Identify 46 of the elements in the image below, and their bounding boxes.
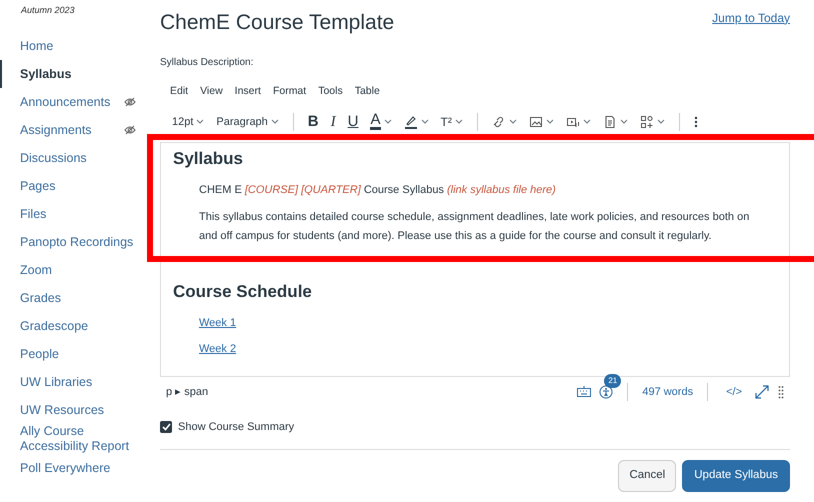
content-heading: Course Schedule [173,282,313,303]
week-link[interactable]: Week 1 [199,314,236,332]
issue-count-badge: 21 [604,374,622,388]
word-count: 497 words [642,384,694,400]
nav-link[interactable]: Assignments [0,116,150,144]
html-editor-toggle[interactable]: </> [722,382,746,402]
menu-item[interactable]: View [200,84,223,100]
menu-item[interactable]: Table [354,84,380,100]
block-format-dropdown[interactable]: Paragraph [212,112,283,132]
menu-item[interactable]: Edit [170,84,188,100]
nav-link[interactable]: Ally Course Accessibility Report [0,424,150,454]
font-size-dropdown[interactable]: 12pt [168,112,208,132]
update-syllabus-button[interactable]: Update Syllabus [682,460,790,492]
nav-link[interactable]: Syllabus [0,60,150,88]
checkbox-label: Show Course Summary [178,420,294,435]
nav-link[interactable]: Pages [0,172,150,200]
menu-item[interactable]: Insert [234,84,261,100]
nav-link[interactable]: Announcements [0,88,150,116]
underline-button[interactable]: U [344,108,362,136]
nav-link[interactable]: Zoom [0,256,150,284]
superscript-button[interactable]: T² [436,110,467,133]
nav-link[interactable]: Poll Everywhere [0,454,150,482]
content-heading: Syllabus [173,148,244,170]
italic-button[interactable]: I [326,108,340,136]
nav-link[interactable]: Panopto Recordings [0,228,150,256]
cancel-button[interactable]: Cancel [618,460,676,492]
jump-link[interactable]: Jump to Today [712,8,790,27]
nav-link[interactable]: Files [0,200,150,228]
nav-link[interactable]: UW Resources [0,396,150,424]
term-label: Autumn 2023 [20,4,76,17]
content-paragraph: CHEM E [COURSE] [QUARTER] Course Syllabus (link syllabus file here) [199,183,557,198]
page-title: ChemE Course Template [160,10,394,36]
text-color-button[interactable]: A [366,111,396,132]
field-label: Syllabus Description: [160,56,254,70]
nav-link[interactable]: Grades [0,284,150,312]
nav-link[interactable]: Gradescope [0,312,150,340]
menu-item[interactable]: Format [272,84,306,100]
element-path: p ▸ span [166,384,208,400]
nav-link[interactable]: People [0,340,150,368]
nav-link[interactable]: Discussions [0,144,150,172]
menu-item[interactable]: Tools [318,84,343,100]
content-paragraph: This syllabus contains detailed course schedule, assignment deadlines, late work policies, and resources both on and off campus for students (and more). Please use this as a guide for the course and consult it regularly. [199,210,750,244]
nav-link[interactable]: UW Libraries [0,368,150,396]
week-link[interactable]: Week 2 [199,341,236,358]
bold-button[interactable]: B [304,108,323,136]
nav-link[interactable]: Home [0,32,150,60]
